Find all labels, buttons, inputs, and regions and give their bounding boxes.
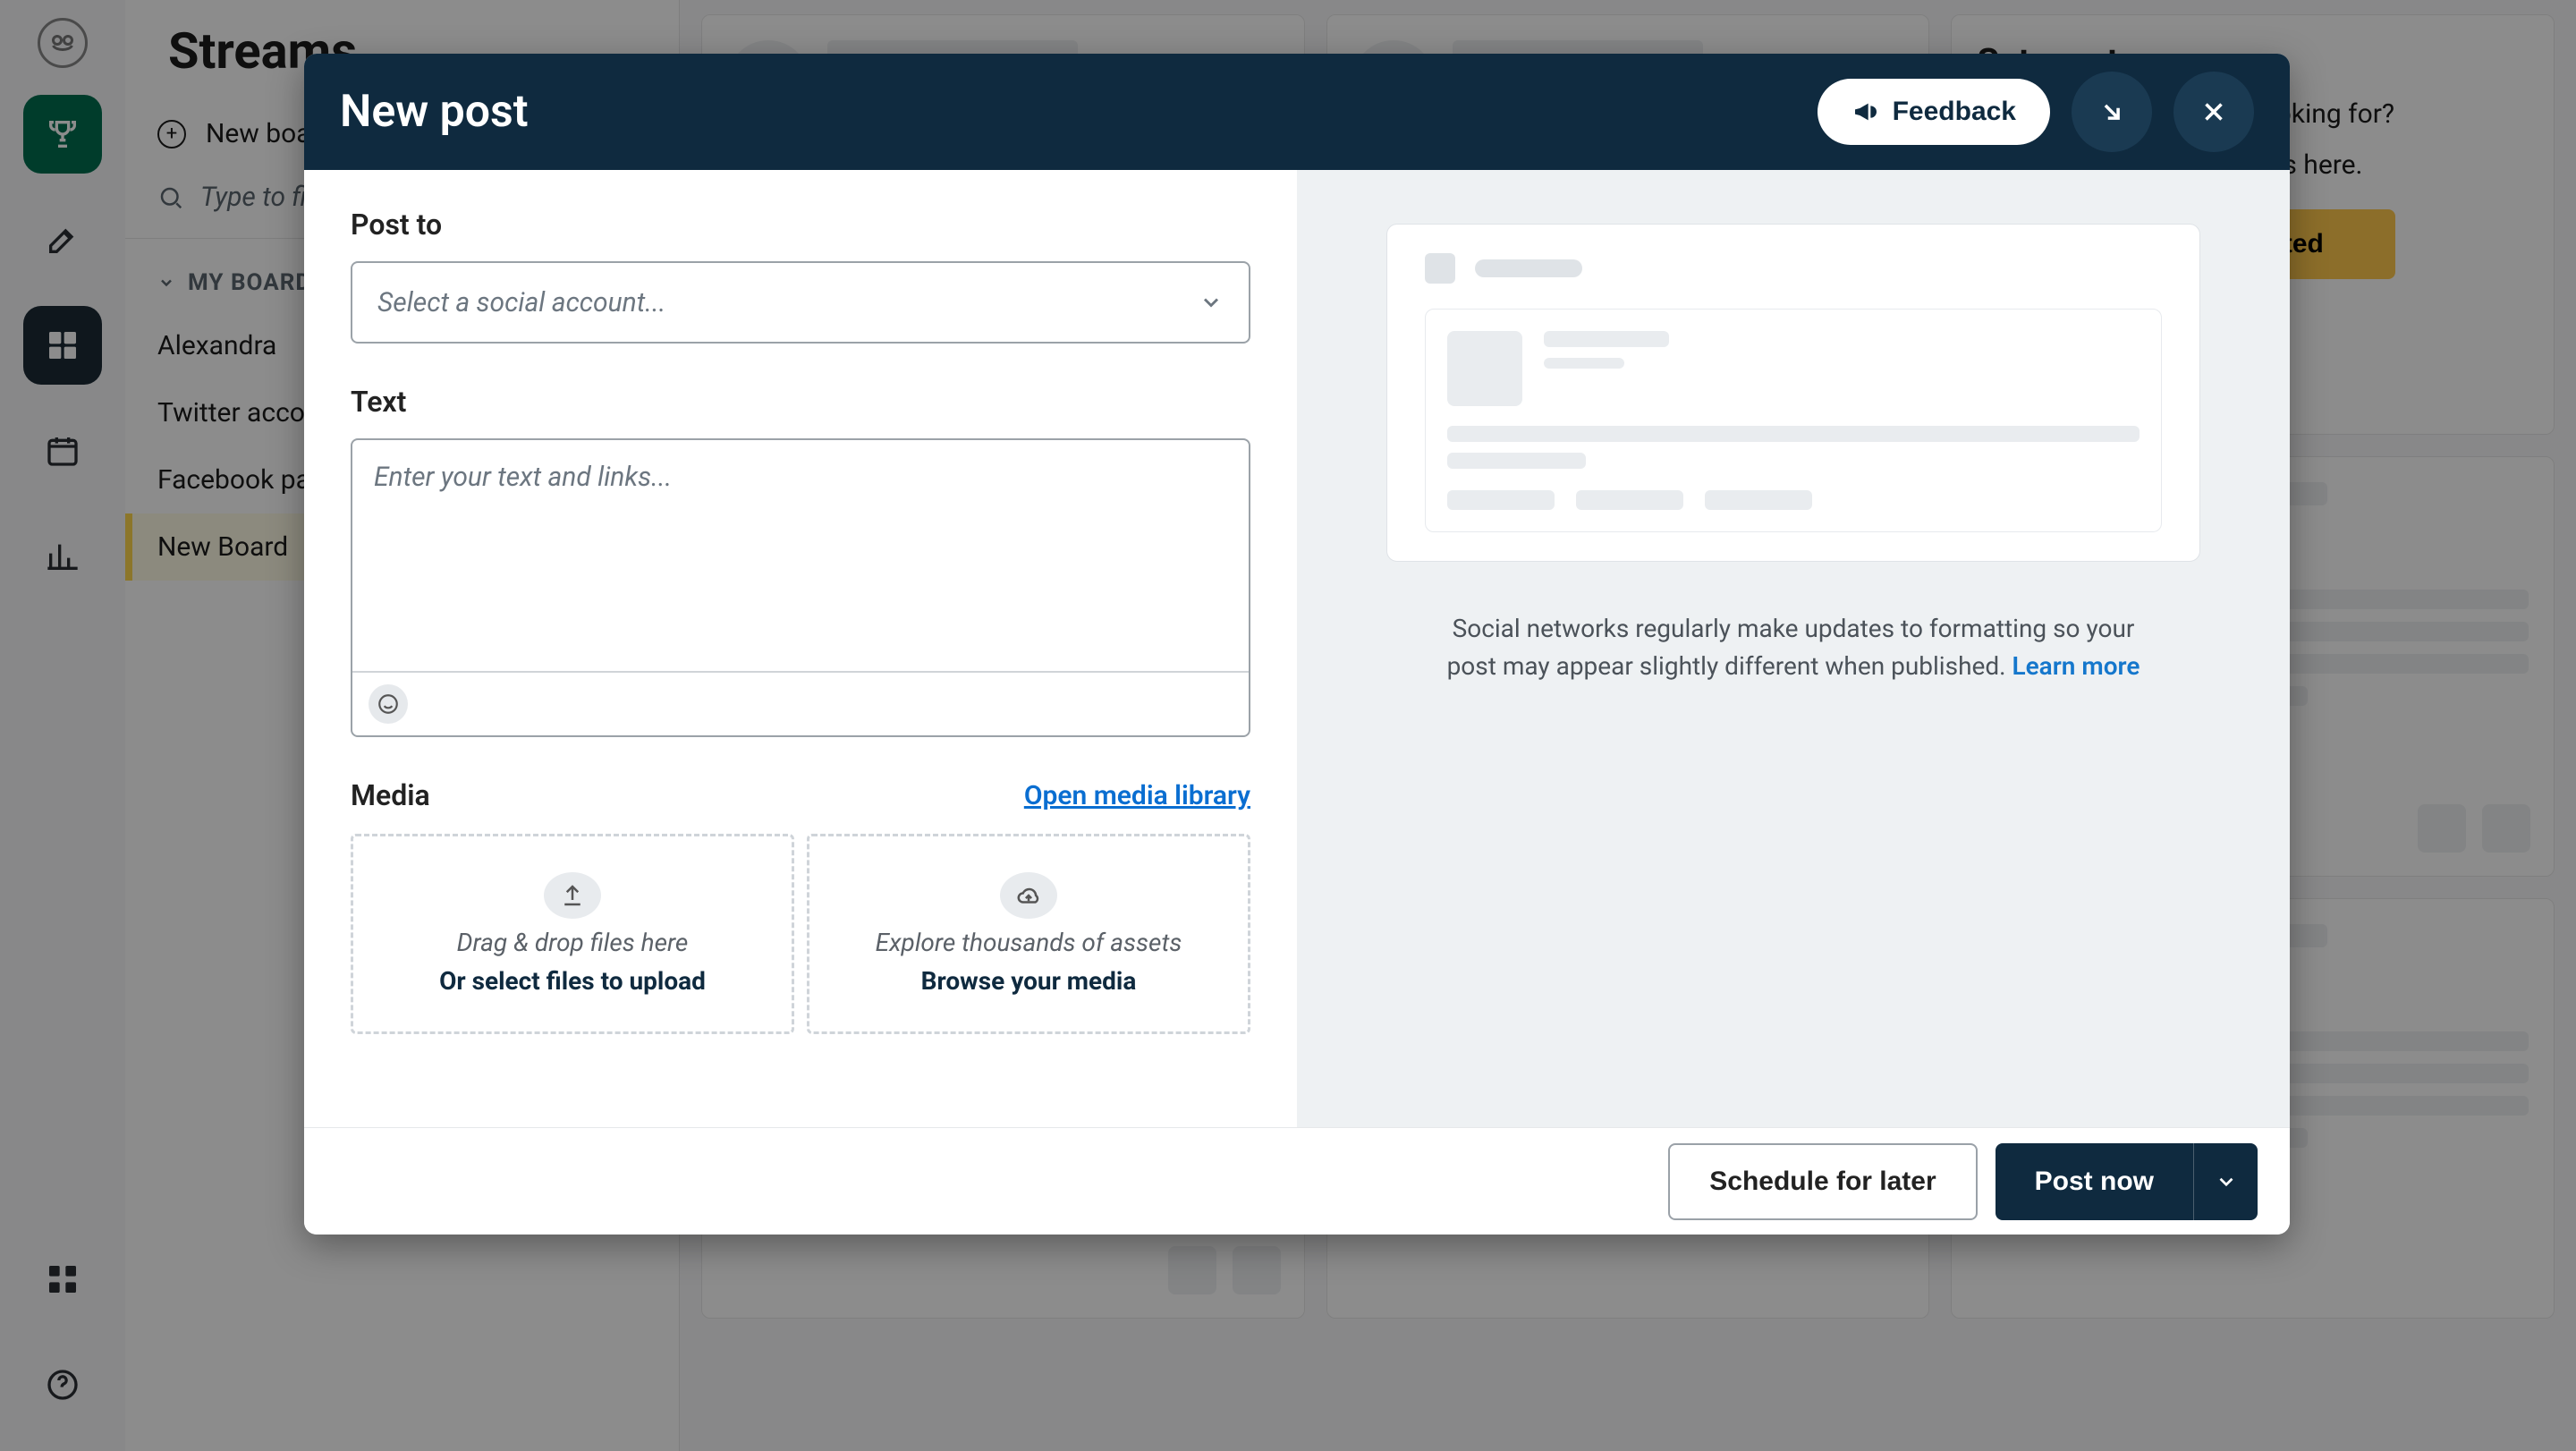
new-post-modal: New post Feedback Post to Select a socia… (304, 54, 2290, 1235)
cloud-upload-icon (1000, 872, 1057, 919)
modal-title: New post (340, 86, 529, 138)
megaphone-icon (1852, 98, 1880, 126)
media-label: Media (351, 778, 430, 812)
minimize-button[interactable] (2072, 72, 2152, 152)
emoji-button[interactable] (369, 684, 408, 724)
upload-icon (544, 872, 601, 919)
modal-footer: Schedule for later Post now (304, 1127, 2290, 1235)
chevron-down-icon (1199, 290, 1224, 315)
post-to-label: Post to (351, 208, 1250, 242)
preview-mock (1386, 224, 2200, 562)
feedback-button[interactable]: Feedback (1818, 79, 2050, 145)
text-placeholder: Enter your text and links... (352, 440, 1249, 671)
post-now-options[interactable] (2193, 1143, 2258, 1220)
upload-action: Or select files to upload (439, 966, 706, 996)
text-label: Text (351, 385, 1250, 419)
learn-more-link[interactable]: Learn more (2012, 651, 2140, 681)
post-text-input[interactable]: Enter your text and links... (351, 438, 1250, 737)
open-media-library-link[interactable]: Open media library (1024, 780, 1250, 811)
post-now-button[interactable]: Post now (1996, 1143, 2193, 1220)
schedule-later-button[interactable]: Schedule for later (1668, 1143, 1977, 1220)
preview-pane: Social networks regularly make updates t… (1297, 170, 2290, 1127)
compose-form: Post to Select a social account... Text … (304, 170, 1297, 1127)
feedback-label: Feedback (1893, 97, 2016, 127)
browse-hint: Explore thousands of assets (876, 928, 1182, 957)
close-button[interactable] (2174, 72, 2254, 152)
browse-action: Browse your media (921, 966, 1137, 996)
modal-header: New post Feedback (304, 54, 2290, 170)
upload-dropzone[interactable]: Drag & drop files here Or select files t… (351, 834, 794, 1034)
post-to-select[interactable]: Select a social account... (351, 261, 1250, 344)
browse-media-dropzone[interactable]: Explore thousands of assets Browse your … (807, 834, 1250, 1034)
modal-body: Post to Select a social account... Text … (304, 170, 2290, 1127)
post-to-placeholder: Select a social account... (377, 287, 665, 318)
post-now-group: Post now (1996, 1143, 2258, 1220)
preview-note: Social networks regularly make updates t… (1427, 610, 2160, 685)
upload-hint: Drag & drop files here (457, 928, 689, 957)
